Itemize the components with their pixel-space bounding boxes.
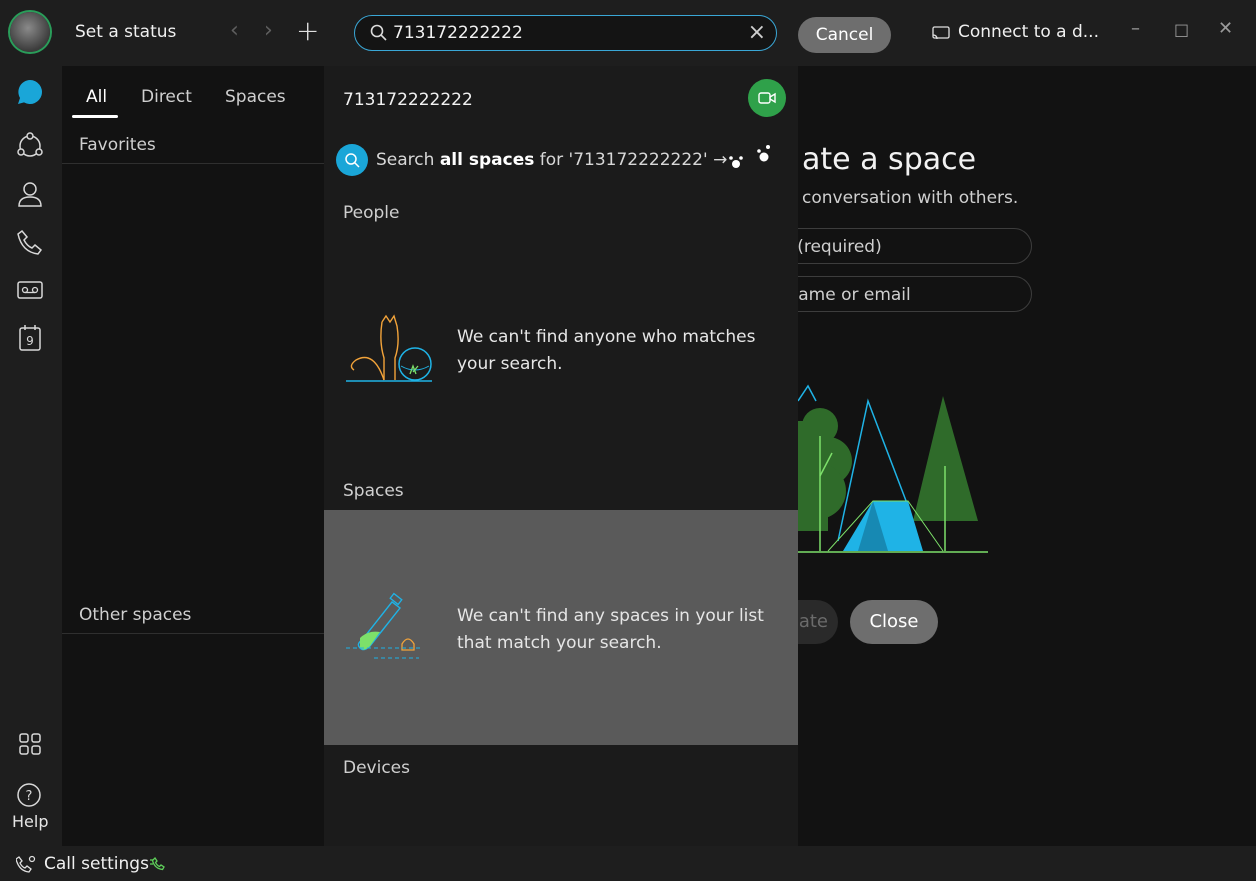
help-label[interactable]: Help bbox=[12, 812, 48, 831]
cancel-button[interactable]: Cancel bbox=[798, 17, 891, 53]
voicemail-icon[interactable] bbox=[14, 274, 46, 306]
search-input[interactable]: 713172222222 × bbox=[354, 15, 777, 51]
status-bar: Call settings bbox=[0, 846, 1256, 881]
cast-icon bbox=[932, 26, 950, 40]
teams-icon[interactable] bbox=[14, 130, 46, 162]
spaces-empty-message: We can't find any spaces in your list th… bbox=[457, 606, 764, 653]
maximize-icon[interactable]: □ bbox=[1174, 20, 1189, 39]
apps-icon[interactable] bbox=[14, 728, 46, 760]
conversation-list-pane bbox=[62, 66, 324, 846]
search-all-prefix: Search bbox=[376, 150, 440, 170]
avatar[interactable] bbox=[10, 12, 50, 52]
bottle-illustration bbox=[346, 592, 422, 659]
call-settings-icon bbox=[16, 855, 36, 873]
call-status-icon bbox=[150, 856, 165, 871]
loading-dots-icon bbox=[729, 145, 770, 168]
create-space-title: ate a space bbox=[802, 142, 977, 177]
search-all-spaces-icon[interactable] bbox=[336, 144, 368, 176]
devices-heading: Devices bbox=[343, 758, 410, 778]
search-results-dropdown: 713172222222 Search all spaces for '7131… bbox=[324, 66, 798, 881]
messaging-icon[interactable] bbox=[14, 76, 46, 108]
close-icon[interactable]: ✕ bbox=[1218, 18, 1233, 39]
connect-device-button[interactable]: Connect to a d... bbox=[958, 22, 1099, 42]
calls-icon[interactable] bbox=[14, 226, 46, 258]
tab-direct[interactable]: Direct bbox=[141, 87, 192, 107]
tab-active-indicator bbox=[72, 115, 118, 118]
tab-all[interactable]: All bbox=[86, 87, 107, 107]
spaces-empty-row[interactable]: We can't find any spaces in your list th… bbox=[324, 510, 798, 745]
set-status-button[interactable]: Set a status bbox=[75, 22, 176, 42]
video-camera-icon bbox=[758, 92, 776, 104]
favorites-divider bbox=[62, 163, 324, 164]
create-space-panel: ate a space conversation with others. ce… bbox=[758, 66, 1256, 846]
minimize-icon[interactable]: – bbox=[1131, 18, 1140, 39]
contacts-icon[interactable] bbox=[14, 178, 46, 210]
title-bar: Set a status ‹ › + 713172222222 × Cancel… bbox=[0, 0, 1256, 66]
favorites-heading[interactable]: Favorites bbox=[79, 135, 156, 155]
search-all-bold: all spaces bbox=[439, 150, 535, 170]
forward-icon[interactable]: › bbox=[264, 18, 273, 43]
svg-text:?: ? bbox=[26, 789, 33, 804]
spaces-heading: Spaces bbox=[343, 481, 404, 501]
close-button[interactable]: Close bbox=[850, 600, 938, 644]
calendar-icon[interactable]: 9 bbox=[14, 322, 46, 354]
camping-illustration bbox=[798, 384, 988, 553]
search-all-suffix: for '713172222222' → bbox=[534, 150, 728, 170]
help-icon[interactable]: ? bbox=[16, 782, 42, 808]
people-empty-message: We can't find anyone who matches your se… bbox=[457, 327, 756, 374]
search-result-query[interactable]: 713172222222 bbox=[343, 90, 473, 110]
plus-icon[interactable]: + bbox=[296, 14, 319, 47]
calendar-day: 9 bbox=[26, 334, 34, 348]
search-all-spaces-link[interactable]: Search all spaces for '713172222222' → bbox=[376, 150, 727, 170]
back-icon[interactable]: ‹ bbox=[230, 18, 239, 43]
create-space-subtitle: conversation with others. bbox=[802, 188, 1019, 208]
call-settings-button[interactable]: Call settings bbox=[44, 854, 149, 874]
search-spaces-glyph bbox=[345, 153, 360, 168]
other-spaces-heading[interactable]: Other spaces bbox=[79, 605, 191, 625]
cat-fishbowl-illustration bbox=[346, 314, 432, 382]
tab-spaces[interactable]: Spaces bbox=[225, 87, 286, 107]
video-call-button[interactable] bbox=[748, 79, 786, 117]
people-heading: People bbox=[343, 203, 400, 223]
other-spaces-divider bbox=[62, 633, 324, 634]
search-icon bbox=[370, 24, 387, 41]
clear-icon[interactable]: × bbox=[748, 20, 766, 45]
navigation-rail: 9 ? bbox=[0, 66, 62, 846]
search-query-text[interactable]: 713172222222 bbox=[393, 23, 523, 43]
